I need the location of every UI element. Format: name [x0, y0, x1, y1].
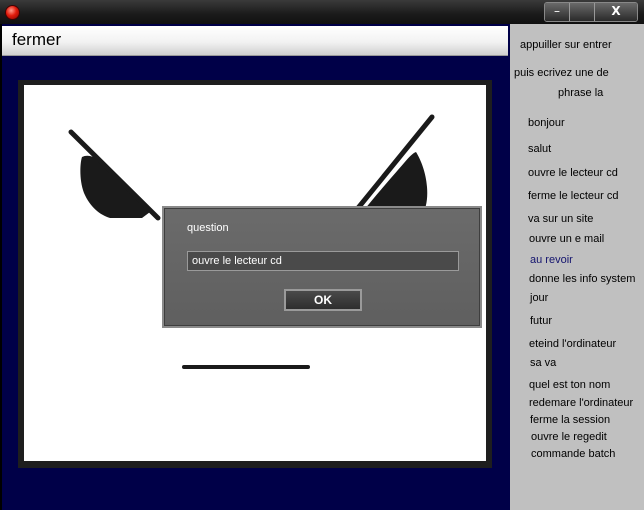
command-item[interactable]: ouvre le regedit — [531, 431, 607, 443]
command-item[interactable]: jour — [530, 292, 548, 304]
minimize-button[interactable]: – — [545, 3, 569, 21]
instruction-line-1: appuiller sur entrer — [520, 39, 612, 51]
command-item[interactable]: redemare l'ordinateur — [529, 397, 633, 409]
ok-button[interactable]: OK — [284, 289, 362, 311]
command-item[interactable]: ouvre le lecteur cd — [528, 167, 618, 179]
command-item-selected[interactable]: au revoir — [530, 254, 573, 266]
command-item[interactable]: ouvre un e mail — [529, 233, 604, 245]
command-item[interactable]: ferme le lecteur cd — [528, 190, 618, 202]
instruction-line-3: phrase la — [558, 87, 604, 99]
close-button[interactable]: X — [594, 3, 637, 21]
instruction-line-2: puis ecrivez une de — [514, 67, 609, 79]
command-item[interactable]: sa va — [530, 357, 556, 369]
command-item[interactable]: commande batch — [531, 448, 615, 460]
command-item[interactable]: bonjour — [528, 117, 565, 129]
window-controls: – X — [544, 2, 638, 22]
command-item[interactable]: futur — [530, 315, 552, 327]
question-input[interactable] — [187, 251, 459, 271]
window-titlebar[interactable]: – X — [0, 0, 644, 24]
maximize-button[interactable] — [569, 3, 594, 21]
question-dialog: question OK — [162, 206, 482, 328]
command-item[interactable]: eteind l'ordinateur — [529, 338, 616, 350]
command-item[interactable]: ferme la session — [530, 414, 610, 426]
dialog-title: question — [187, 222, 229, 234]
left-eye — [80, 155, 150, 218]
fermer-button[interactable]: fermer — [2, 26, 508, 56]
command-item[interactable]: donne les info system — [529, 273, 635, 285]
command-item[interactable]: quel est ton nom — [529, 379, 610, 391]
command-item[interactable]: va sur un site — [528, 213, 593, 225]
app-orb-icon[interactable] — [5, 5, 20, 20]
command-item[interactable]: salut — [528, 143, 551, 155]
sidebar: appuiller sur entrer puis ecrivez une de… — [510, 24, 644, 510]
